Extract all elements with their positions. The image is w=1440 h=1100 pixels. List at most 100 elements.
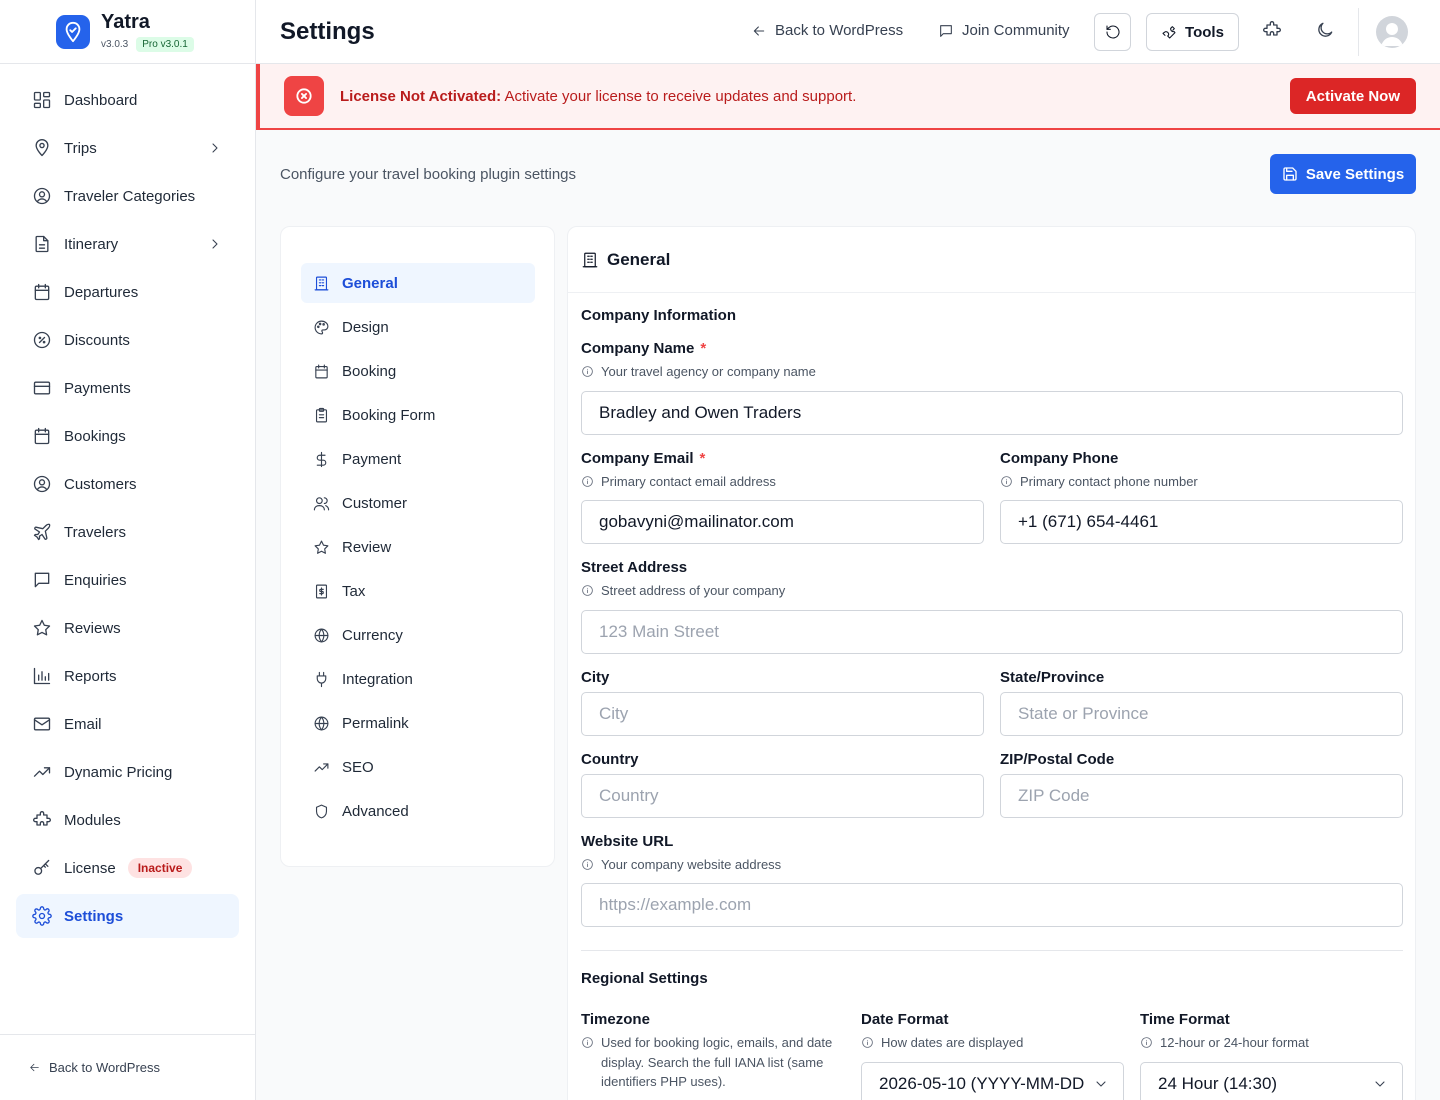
- sidebar-item-departures[interactable]: Departures: [16, 270, 239, 314]
- modules-button[interactable]: [1262, 20, 1282, 40]
- tab-booking[interactable]: Booking: [301, 351, 535, 391]
- chevron-right-icon[interactable]: [207, 236, 223, 252]
- plane-icon: [33, 523, 51, 541]
- info-icon: [862, 1037, 873, 1048]
- tab-label: Integration: [342, 670, 413, 688]
- company-name-label: Company Name *: [581, 340, 706, 357]
- user-circle-icon: [33, 475, 51, 493]
- tab-currency[interactable]: Currency: [301, 615, 535, 655]
- sidebar-item-label: Departures: [64, 283, 139, 301]
- document-icon: [35, 235, 49, 253]
- join-community-link[interactable]: Join Community: [938, 22, 1070, 39]
- tools-label: Tools: [1185, 23, 1224, 41]
- tab-design[interactable]: Design: [301, 307, 535, 347]
- tab-label: Design: [342, 318, 389, 336]
- zip-label: ZIP/Postal Code: [1000, 751, 1115, 768]
- sidebar-item-customers[interactable]: Customers: [16, 462, 239, 506]
- sidebar-item-trips[interactable]: Trips: [16, 126, 239, 170]
- date-format-value: 2026-05-10 (YYYY-MM-DD: [879, 1074, 1085, 1093]
- activate-now-button[interactable]: Activate Now: [1289, 78, 1416, 114]
- calendar-icon: [34, 427, 50, 445]
- pro-version-badge: Pro v3.0.1: [136, 37, 194, 52]
- timezone-label: Timezone: [581, 1011, 650, 1028]
- zip-input[interactable]: ZIP Code: [1000, 774, 1403, 818]
- country-input[interactable]: Country: [581, 774, 984, 818]
- message-icon: [34, 572, 50, 588]
- puzzle-icon: [1263, 21, 1281, 36]
- sidebar-item-payments[interactable]: Payments: [16, 366, 239, 410]
- tab-integration[interactable]: Integration: [301, 659, 535, 699]
- topbar-divider: [1358, 8, 1359, 56]
- sidebar-nav: Dashboard Trips Traveler Categories Itin…: [16, 78, 239, 942]
- sidebar-item-itinerary[interactable]: Itinerary: [16, 222, 239, 266]
- tab-review[interactable]: Review: [301, 527, 535, 567]
- building-icon: [582, 252, 598, 267]
- website-input[interactable]: https://example.com: [581, 883, 1403, 927]
- tab-booking-form[interactable]: Booking Form: [301, 395, 535, 435]
- sidebar-item-settings[interactable]: Settings: [16, 894, 239, 938]
- company-phone-input[interactable]: +1 (671) 654-4461: [1000, 500, 1403, 544]
- avatar[interactable]: [1376, 16, 1408, 48]
- sidebar-item-label: Payments: [64, 379, 131, 397]
- tab-tax[interactable]: Tax: [301, 571, 535, 611]
- refresh-button[interactable]: [1094, 13, 1131, 51]
- info-icon: [582, 476, 593, 487]
- street-address-label: Street Address: [581, 559, 688, 576]
- sidebar-item-dashboard[interactable]: Dashboard: [16, 78, 239, 122]
- time-format-select[interactable]: 24 Hour (14:30): [1140, 1062, 1403, 1100]
- sidebar-item-traveler-categories[interactable]: Traveler Categories: [16, 174, 239, 218]
- clipboard-icon: [315, 407, 328, 422]
- company-email-label: Company Email *: [581, 450, 705, 467]
- chevron-down-icon: [1375, 1081, 1385, 1087]
- panel-header: General: [568, 227, 1415, 293]
- help-text: Primary contact phone number: [1020, 474, 1198, 489]
- tab-label: Booking Form: [342, 406, 436, 424]
- state-input[interactable]: State or Province: [1000, 692, 1403, 736]
- tab-general[interactable]: General: [301, 263, 535, 303]
- page-subtitle: Configure your travel booking plugin set…: [280, 166, 577, 183]
- sidebar-item-reviews[interactable]: Reviews: [16, 606, 239, 650]
- sidebar-item-license[interactable]: License Inactive: [16, 846, 239, 890]
- company-phone-label: Company Phone: [1000, 450, 1119, 467]
- tab-customer[interactable]: Customer: [301, 483, 535, 523]
- dollar-icon: [316, 451, 327, 467]
- company-name-input[interactable]: Bradley and Owen Traders: [581, 391, 1403, 435]
- sidebar-item-enquiries[interactable]: Enquiries: [16, 558, 239, 602]
- sidebar-item-bookings[interactable]: Bookings: [16, 414, 239, 458]
- alert-body: Activate your license to receive updates…: [504, 88, 857, 105]
- sidebar-item-label: Traveler Categories: [64, 187, 196, 205]
- sidebar-item-reports[interactable]: Reports: [16, 654, 239, 698]
- help-text: Primary contact email address: [601, 474, 776, 489]
- tab-payment[interactable]: Payment: [301, 439, 535, 479]
- license-alert: License Not Activated: Activate your lic…: [256, 64, 1440, 130]
- save-settings-label: Save Settings: [1305, 165, 1405, 183]
- tab-advanced[interactable]: Advanced: [301, 791, 535, 831]
- sidebar-item-dynamic-pricing[interactable]: Dynamic Pricing: [16, 750, 239, 794]
- sidebar-item-travelers[interactable]: Travelers: [16, 510, 239, 554]
- back-to-wordpress-link[interactable]: Back to WordPress: [751, 22, 903, 39]
- calendar-icon: [315, 364, 328, 378]
- company-email-input[interactable]: gobavyni@mailinator.com: [581, 500, 984, 544]
- company-name-help: Your travel agency or company name: [581, 362, 816, 382]
- sidebar-back-link[interactable]: Back to WordPress: [0, 1034, 256, 1100]
- save-settings-button[interactable]: Save Settings: [1270, 154, 1416, 194]
- tab-seo[interactable]: SEO: [301, 747, 535, 787]
- sidebar-item-email[interactable]: Email: [16, 702, 239, 746]
- sidebar-item-discounts[interactable]: Discounts: [16, 318, 239, 362]
- help-text: Street address of your company: [601, 583, 786, 598]
- sidebar-item-label: Dashboard: [64, 91, 138, 109]
- sidebar-item-label: Travelers: [64, 523, 126, 541]
- date-format-select[interactable]: 2026-05-10 (YYYY-MM-DD: [861, 1062, 1124, 1100]
- street-address-input[interactable]: 123 Main Street: [581, 610, 1403, 654]
- dark-mode-toggle[interactable]: [1315, 20, 1335, 40]
- tools-button[interactable]: Tools: [1146, 13, 1239, 51]
- date-format-help: How dates are displayed: [861, 1033, 1023, 1053]
- city-input[interactable]: City: [581, 692, 984, 736]
- yatra-logo-icon[interactable]: [56, 15, 90, 49]
- topbar: Settings Back to WordPress Join Communit…: [256, 0, 1440, 64]
- tab-permalink[interactable]: Permalink: [301, 703, 535, 743]
- chevron-right-icon[interactable]: [207, 140, 223, 156]
- timezone-help: Used for booking logic, emails, and date…: [581, 1033, 841, 1092]
- plug-icon: [316, 671, 327, 687]
- sidebar-item-modules[interactable]: Modules: [16, 798, 239, 842]
